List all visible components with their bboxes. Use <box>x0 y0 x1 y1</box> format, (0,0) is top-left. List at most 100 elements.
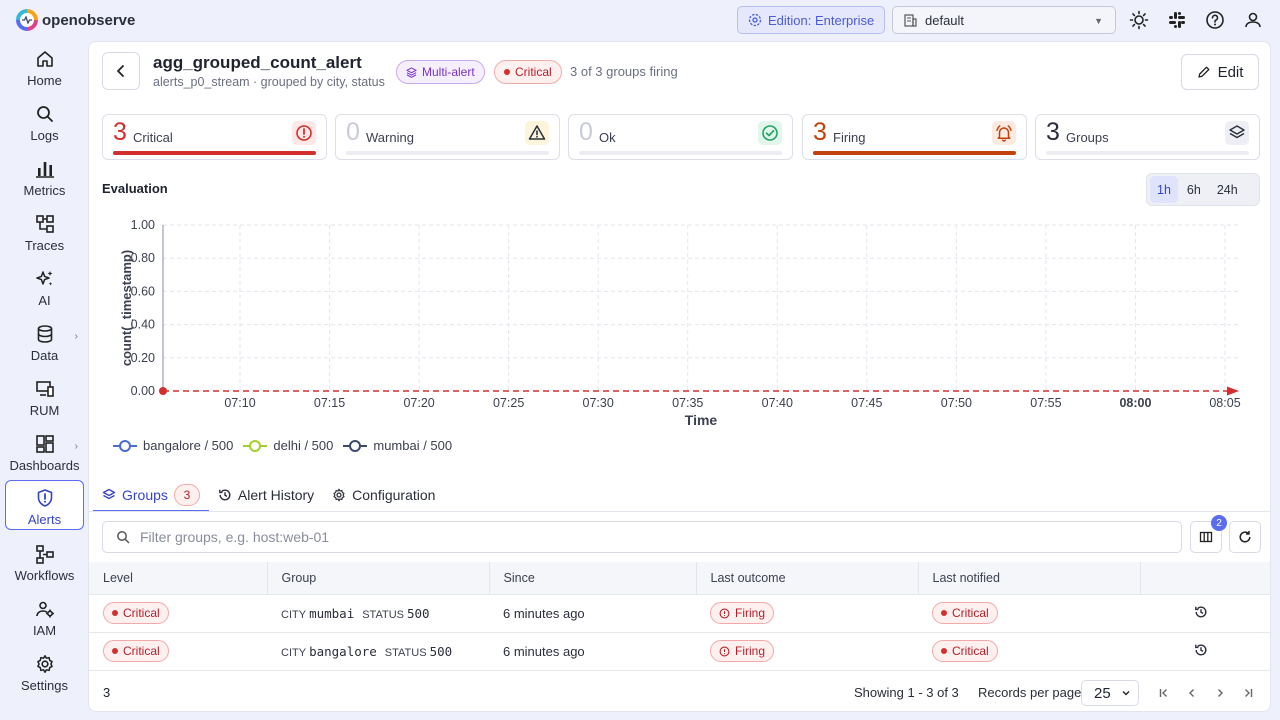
column-header-last-notified[interactable]: Last notified <box>918 562 1141 594</box>
level-badge: Critical <box>103 640 169 662</box>
column-header-group[interactable]: Group <box>267 562 490 594</box>
stat-card-groups[interactable]: 3 Groups <box>1035 114 1260 160</box>
column-header-last-outcome[interactable]: Last outcome <box>696 562 919 594</box>
first-page-button[interactable] <box>1152 681 1176 705</box>
layers-icon <box>1225 121 1249 145</box>
devices-icon <box>35 381 54 397</box>
legend-item-bangalore[interactable]: bangalore / 500 <box>113 438 233 453</box>
evaluation-chart[interactable]: 1.00 0.80 0.60 0.40 0.20 0.00 07:10 07:15 07:20 0… <box>89 212 1271 434</box>
legend-label: mumbai / 500 <box>373 438 453 453</box>
stat-count: 3 <box>813 118 827 146</box>
chevron-right-icon: › <box>74 441 78 452</box>
columns-button[interactable]: 2 <box>1190 515 1227 553</box>
row-actions <box>1140 632 1270 670</box>
history-icon[interactable] <box>1194 605 1208 619</box>
sidebar: Home Logs Metrics Traces AI Data › RUM D… <box>0 40 88 720</box>
gear-icon <box>36 655 53 673</box>
alert-circle-icon <box>292 121 316 145</box>
sidebar-item-dashboards[interactable]: Dashboards › <box>5 425 84 475</box>
records-per-page-select[interactable]: 25 <box>1081 680 1139 706</box>
sidebar-item-iam[interactable]: IAM <box>5 590 84 640</box>
stat-card-ok[interactable]: 0 Ok <box>568 114 793 160</box>
stat-card-firing[interactable]: 3 Firing <box>802 114 1027 160</box>
group-filter-input[interactable] <box>140 529 1040 545</box>
slack-icon[interactable] <box>1166 9 1188 31</box>
group-cell: CITY bangalore STATUS 500 <box>281 643 453 659</box>
column-header-since[interactable]: Since <box>489 562 697 594</box>
tab-alert-history[interactable]: Alert History <box>209 480 323 510</box>
chevron-right-icon: › <box>74 331 78 342</box>
outcome-badge: Firing <box>710 602 775 624</box>
edit-button[interactable]: Edit <box>1181 54 1259 90</box>
column-header-level[interactable]: Level <box>89 562 268 594</box>
app-logo[interactable]: openobserve <box>16 9 135 31</box>
back-button[interactable] <box>102 52 140 90</box>
theme-toggle-icon[interactable] <box>1128 9 1150 31</box>
sidebar-item-label: Traces <box>24 238 65 253</box>
pencil-icon <box>1197 66 1210 78</box>
legend-item-delhi[interactable]: delhi / 500 <box>243 438 333 453</box>
org-selector[interactable]: default ▼ <box>892 6 1116 34</box>
previous-page-button[interactable] <box>1180 681 1204 705</box>
app-name: openobserve <box>42 11 136 29</box>
stat-count: 3 <box>1046 118 1060 146</box>
table-row[interactable]: Critical CITY mumbai STATUS 500 6 minutes a… <box>89 594 1270 632</box>
legend-marker <box>243 439 268 452</box>
columns-icon <box>1199 531 1213 543</box>
stat-card-critical[interactable]: 3 Critical <box>102 114 327 160</box>
tabs-divider <box>89 511 1270 512</box>
evaluation-title: Evaluation <box>102 181 168 196</box>
sidebar-item-ai[interactable]: AI <box>5 260 84 310</box>
legend-marker <box>343 439 368 452</box>
x-tick-label: 07:20 <box>403 396 434 410</box>
sidebar-item-label: Logs <box>30 128 59 143</box>
table-row[interactable]: Critical CITY bangalore STATUS 500 6 minute… <box>89 632 1270 670</box>
stat-count: 0 <box>579 118 593 146</box>
group-filter-search[interactable] <box>102 521 1182 553</box>
user-icon[interactable] <box>1242 9 1264 31</box>
stat-card-warning[interactable]: 0 Warning <box>335 114 560 160</box>
sidebar-item-alerts[interactable]: Alerts <box>5 480 84 530</box>
sidebar-item-home[interactable]: Home <box>5 40 84 90</box>
tab-configuration[interactable]: Configuration <box>323 480 444 510</box>
legend-item-mumbai[interactable]: mumbai / 500 <box>343 438 452 453</box>
chevron-down-icon: ▼ <box>1094 16 1103 26</box>
total-count: 3 <box>103 685 111 700</box>
warning-triangle-icon <box>525 121 549 145</box>
sidebar-item-label: Data <box>30 348 59 363</box>
stat-label: Critical <box>133 130 173 145</box>
edition-badge[interactable]: Edition: Enterprise <box>737 6 885 34</box>
range-button-24h[interactable]: 24h <box>1210 176 1245 203</box>
records-per-page-label: Records per page <box>978 685 1082 700</box>
notified-badge: Critical <box>932 640 998 662</box>
stat-count: 0 <box>346 118 360 146</box>
multi-alert-badge: Multi-alert <box>396 60 485 84</box>
history-icon[interactable] <box>1194 643 1208 657</box>
last-page-button[interactable] <box>1236 681 1260 705</box>
help-icon[interactable] <box>1204 9 1226 31</box>
history-icon <box>219 489 231 501</box>
sidebar-item-workflows[interactable]: Workflows <box>5 535 84 585</box>
tab-groups[interactable]: Groups 3 <box>93 480 209 512</box>
refresh-icon <box>1239 531 1251 543</box>
severity-dot <box>112 648 118 654</box>
stat-label: Warning <box>366 130 414 145</box>
refresh-button[interactable] <box>1229 521 1261 553</box>
detail-tabs: Groups 3 Alert History Configuration <box>93 480 444 512</box>
next-page-button[interactable] <box>1208 681 1232 705</box>
since-cell: 6 minutes ago <box>503 643 585 659</box>
sidebar-item-metrics[interactable]: Metrics <box>5 150 84 200</box>
dashboard-icon <box>35 435 54 453</box>
chevron-left-icon <box>1189 689 1194 697</box>
sidebar-item-logs[interactable]: Logs <box>5 95 84 145</box>
range-button-1h[interactable]: 1h <box>1150 176 1178 203</box>
sidebar-item-data[interactable]: Data › <box>5 315 84 365</box>
bar-chart-icon <box>35 162 54 178</box>
x-tick-label: 07:35 <box>672 396 703 410</box>
range-button-6h[interactable]: 6h <box>1180 176 1208 203</box>
sidebar-item-rum[interactable]: RUM <box>5 370 84 420</box>
stat-bar-fill <box>813 151 1016 155</box>
sidebar-item-settings[interactable]: Settings <box>5 645 84 695</box>
database-icon <box>37 325 52 343</box>
sidebar-item-traces[interactable]: Traces <box>5 205 84 255</box>
